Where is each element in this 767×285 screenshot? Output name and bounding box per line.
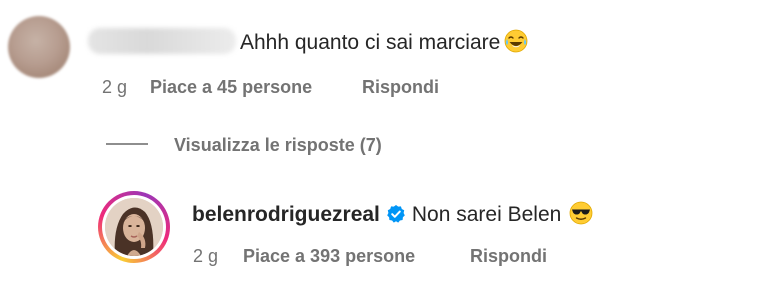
verified-badge-icon — [386, 204, 406, 224]
comment-reply-button[interactable]: Rispondi — [362, 76, 439, 98]
laughing-tears-emoji-icon — [504, 29, 528, 53]
sunglasses-emoji-icon — [569, 201, 593, 225]
commenter-username-blurred[interactable] — [88, 28, 236, 54]
comment-text: Ahhh quanto ci sai marciare — [240, 31, 501, 54]
comment-time: 2 g — [102, 77, 128, 97]
comment-likes-link[interactable]: Piace a 45 persone — [150, 76, 312, 98]
view-replies-button[interactable]: Visualizza le risposte (7) — [174, 134, 382, 156]
reply-likes-link[interactable]: Piace a 393 persone — [243, 245, 415, 267]
commenter-avatar[interactable] — [8, 16, 70, 78]
reply-reply-button[interactable]: Rispondi — [470, 245, 547, 267]
reply-username[interactable]: belenrodriguezreal — [192, 203, 380, 226]
reply-body: belenrodriguezreal Non sarei Belen — [192, 201, 593, 228]
comment-body: Ahhh quanto ci sai marciare — [240, 29, 528, 56]
reply-text: Non sarei Belen — [411, 203, 562, 226]
reply-time: 2 g — [193, 246, 219, 266]
replies-divider-line — [106, 143, 148, 145]
reply-avatar[interactable] — [105, 198, 163, 256]
